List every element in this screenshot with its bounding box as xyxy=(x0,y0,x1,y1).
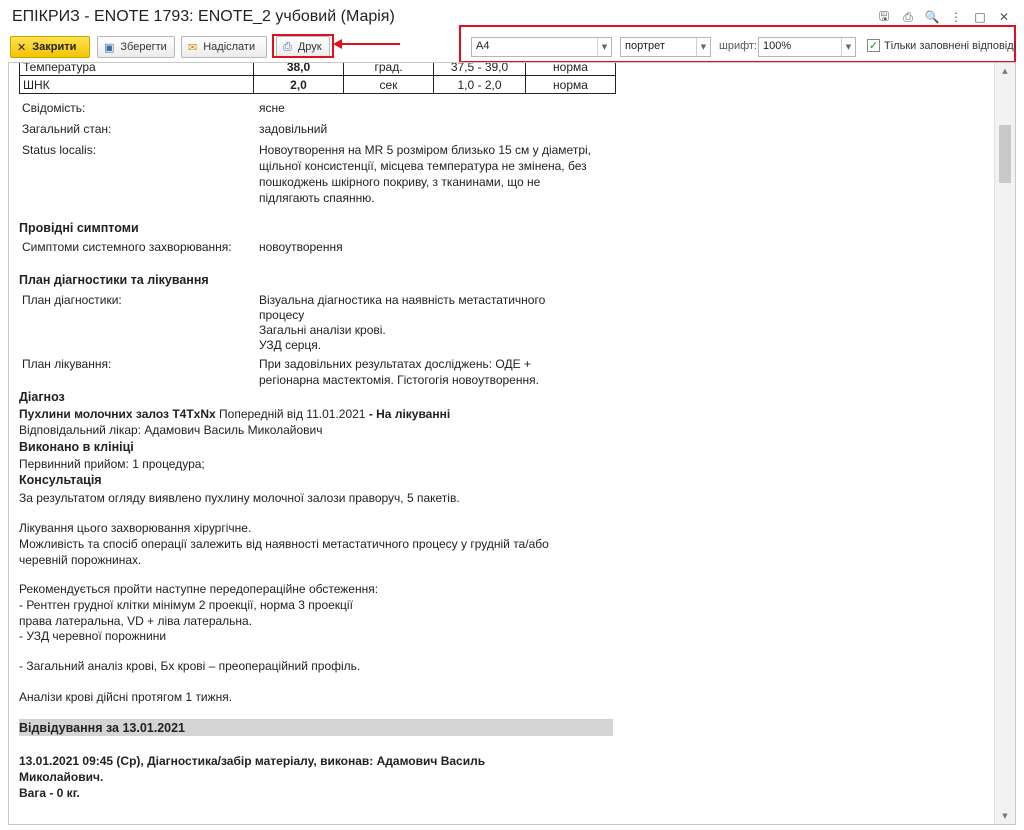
table-row: Температура 38,0 град. 37,5 - 39,0 норма xyxy=(19,63,616,76)
document-content: Температура 38,0 град. 37,5 - 39,0 норма… xyxy=(9,63,994,824)
table-cell: Температура xyxy=(19,63,254,76)
vertical-scrollbar[interactable]: ▲ ▼ xyxy=(994,63,1015,824)
maximize-icon[interactable]: □ xyxy=(968,8,992,26)
table-cell: 38,0 xyxy=(253,63,344,76)
annotation-arrow-head xyxy=(333,39,342,49)
visit-line: 13.01.2021 09:45 (Ср), Діагностика/забір… xyxy=(19,754,486,768)
consultation-line: черевній порожнинах. xyxy=(19,553,142,567)
consultation-line: Можливість та спосіб операції залежить в… xyxy=(19,537,549,551)
consultation-line: - УЗД черевної порожнини xyxy=(19,629,167,643)
status-localis-line: пошкоджень шкірного покриву, з тканинами… xyxy=(259,175,541,189)
chevron-down-icon: ▼ xyxy=(841,38,855,56)
table-cell: 2,0 xyxy=(253,75,344,94)
general-state-value: задовільний xyxy=(259,122,328,136)
general-state-label: Загальний стан: xyxy=(22,122,112,136)
chevron-down-icon: ▼ xyxy=(696,38,710,56)
done-in-clinic-heading: Виконано в клініці xyxy=(19,440,134,454)
visit-line: Миколайович. xyxy=(19,770,104,784)
consultation-line: За результатом огляду виявлено пухлину м… xyxy=(19,491,460,505)
envelope-icon: ✉ xyxy=(188,40,198,54)
consultation-line: Рекомендується пройти наступне передопер… xyxy=(19,582,379,596)
only-filled-label[interactable]: Тільки заповнені відповіді xyxy=(884,40,1016,52)
window-title: ЕПІКРИЗ - ENOTE 1793: ENOTE_2 учбовий (М… xyxy=(12,8,395,25)
status-localis-line: Новоутворення на MR 5 розміром близько 1… xyxy=(259,143,591,157)
diagnosis-heading: Діагноз xyxy=(19,390,65,404)
diag-plan-line: УЗД серця. xyxy=(259,338,322,352)
table-cell: 37,5 - 39,0 xyxy=(433,63,526,76)
scroll-down-icon[interactable]: ▼ xyxy=(995,808,1015,824)
only-filled-checkbox[interactable]: ✓ xyxy=(867,39,880,52)
more-icon[interactable]: ⋮ xyxy=(944,8,968,26)
table-row: ШНК 2,0 сек 1,0 - 2,0 норма xyxy=(19,75,616,94)
font-label: шрифт: xyxy=(719,40,757,52)
status-localis-line: щільної консистенції, місцева температур… xyxy=(259,159,587,173)
paper-size-select[interactable]: А4 ▼ xyxy=(471,37,612,57)
diag-plan-line: процесу xyxy=(259,308,305,322)
close-button-label: Закрити xyxy=(32,41,77,53)
print-highlight-box xyxy=(272,34,334,58)
paper-size-value: А4 xyxy=(476,40,490,52)
close-x-icon: ✕ xyxy=(17,40,27,54)
consciousness-value: ясне xyxy=(259,101,285,115)
symptoms-value: новоутворення xyxy=(259,240,343,254)
send-button-label: Надіслати xyxy=(203,41,256,53)
close-button[interactable]: ✕ Закрити xyxy=(10,36,90,58)
scroll-up-icon[interactable]: ▲ xyxy=(995,63,1015,79)
table-cell: ШНК xyxy=(19,75,254,94)
annotation-arrow xyxy=(340,43,400,45)
consultation-line: - Рентген грудної клітки мінімум 2 проек… xyxy=(19,598,353,612)
diag-plan-label: План діагностики: xyxy=(22,293,122,307)
treatment-plan-line: регіонарна мастектомія. Гістогогія новоу… xyxy=(259,373,539,387)
save-button[interactable]: ▣ Зберегти xyxy=(97,36,175,58)
font-scale-value: 100% xyxy=(763,40,792,52)
diagnosis-line: Пухлини молочних залоз T4TxNx Попередній… xyxy=(19,407,450,421)
diag-plan-line: Візуальна діагностика на наявність метас… xyxy=(259,293,546,307)
consultation-line: права латеральна, VD + ліва латеральна. xyxy=(19,614,253,628)
document-frame: Температура 38,0 град. 37,5 - 39,0 норма… xyxy=(8,62,1016,825)
diagnosis-name: Пухлини молочних залоз T4TxNx xyxy=(19,407,216,421)
visit-weight: Вага - 0 кг. xyxy=(19,786,80,800)
consultation-line: Лікування цього захворювання хірургічне. xyxy=(19,521,252,535)
symptoms-label: Симптоми системного захворювання: xyxy=(22,240,232,254)
send-button[interactable]: ✉ Надіслати xyxy=(181,36,267,58)
responsible-doctor: Відповідальний лікар: Адамович Василь Ми… xyxy=(19,423,323,437)
diagnosis-state: - На лікуванні xyxy=(368,407,451,421)
disk-icon: ▣ xyxy=(104,40,115,54)
font-scale-select[interactable]: 100% ▼ xyxy=(758,37,856,57)
orientation-value: портрет xyxy=(625,40,665,52)
save-icon[interactable]: 🖫 xyxy=(872,8,896,26)
table-cell: 1,0 - 2,0 xyxy=(433,75,526,94)
orientation-select[interactable]: портрет ▼ xyxy=(620,37,711,57)
table-cell: норма xyxy=(525,63,616,76)
symptoms-heading: Провідні симптоми xyxy=(19,221,139,235)
consultation-line: - Загальний аналіз крові, Бх крові – пре… xyxy=(19,659,361,673)
treatment-plan-label: План лікування: xyxy=(22,357,112,371)
diagnosis-status: Попередній від 11.01.2021 xyxy=(219,407,366,421)
scroll-thumb[interactable] xyxy=(999,125,1011,183)
close-icon[interactable]: ✕ xyxy=(992,8,1016,26)
vitals-table: Температура 38,0 град. 37,5 - 39,0 норма… xyxy=(19,63,616,94)
preview-icon[interactable]: 🔍 xyxy=(920,8,944,26)
chevron-down-icon: ▼ xyxy=(597,38,611,56)
consciousness-label: Свідомість: xyxy=(22,101,86,115)
consultation-heading: Консультація xyxy=(19,473,102,487)
visit-heading: Відвідування за 13.01.2021 xyxy=(19,721,186,735)
status-localis-label: Status localis: xyxy=(22,143,97,157)
plan-heading: План діагностики та лікування xyxy=(19,273,209,287)
table-cell: сек xyxy=(343,75,434,94)
diag-plan-line: Загальні аналізи крові. xyxy=(259,323,386,337)
status-localis-line: підлягають спаянню. xyxy=(259,191,375,205)
table-cell: град. xyxy=(343,63,434,76)
print-icon[interactable]: ⎙ xyxy=(896,8,920,26)
window-controls: 🖫 ⎙ 🔍 ⋮ □ ✕ xyxy=(872,8,1016,26)
done-in-clinic-text: Первинний прийом: 1 процедура; xyxy=(19,457,205,471)
table-cell: норма xyxy=(525,75,616,94)
treatment-plan-line: При задовільних результатах досліджень: … xyxy=(259,357,531,371)
save-button-label: Зберегти xyxy=(120,41,167,53)
consultation-line: Аналізи крові дійсні протягом 1 тижня. xyxy=(19,690,233,704)
